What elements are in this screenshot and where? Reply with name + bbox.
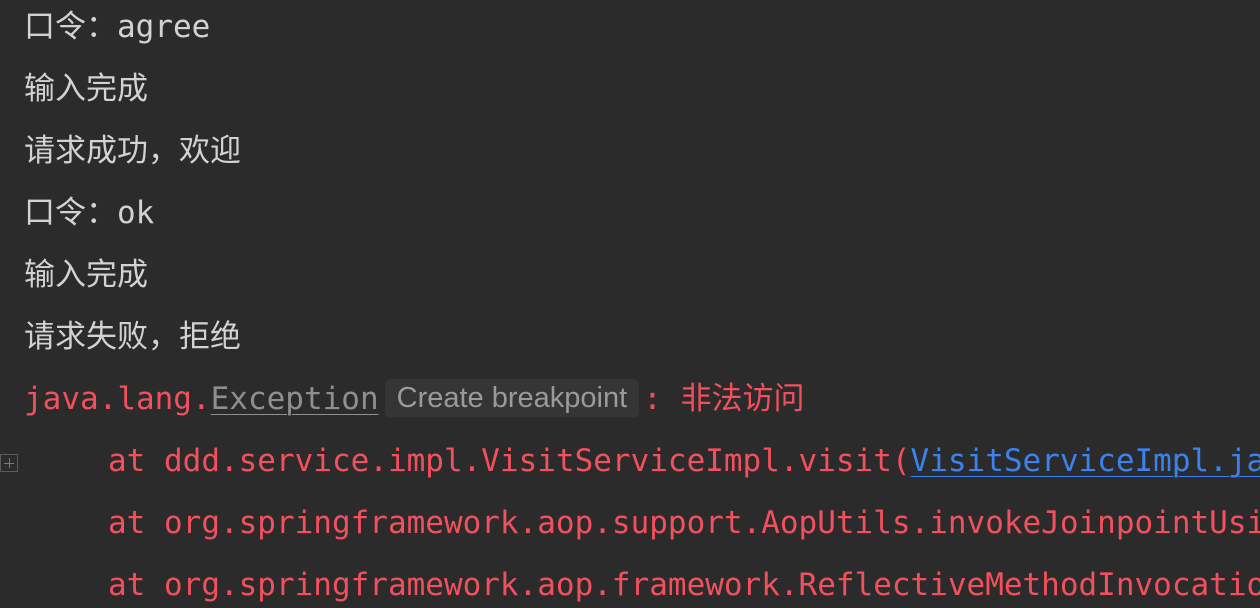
console-line: 口令：agree xyxy=(24,9,211,45)
console-line: 口令：ok xyxy=(24,195,155,231)
stack-frame-text: at org.springframework.aop.support.AopUt… xyxy=(108,505,1260,541)
create-breakpoint-button[interactable]: Create breakpoint xyxy=(384,378,640,417)
exception-prefix: java.lang. xyxy=(24,381,211,417)
expand-icon[interactable] xyxy=(0,454,18,472)
exception-line: java.lang.Exception Create breakpoint: 非法… xyxy=(24,368,804,430)
stack-trace-line: at org.springframework.aop.framework.Ref… xyxy=(108,554,1260,608)
console-line: 请求失败，拒绝 xyxy=(24,319,241,355)
console-line: 请求成功，欢迎 xyxy=(24,133,241,169)
stack-frame-text: at org.springframework.aop.framework.Ref… xyxy=(108,567,1260,603)
console-output[interactable]: 口令：agree 输入完成 请求成功，欢迎 口令：ok 输入完成 请求失败，拒绝… xyxy=(0,0,1260,608)
exception-message: : 非法访问 xyxy=(643,381,805,417)
console-line: 输入完成 xyxy=(24,257,148,293)
exception-class-link[interactable]: Exception xyxy=(211,381,379,417)
stack-frame-text: at ddd.service.impl.VisitServiceImpl.vis… xyxy=(108,443,911,479)
source-file-link[interactable]: VisitServiceImpl.java xyxy=(911,443,1260,479)
stack-trace-line: at org.springframework.aop.support.AopUt… xyxy=(108,492,1260,554)
stack-trace-line: at ddd.service.impl.VisitServiceImpl.vis… xyxy=(108,430,1260,492)
console-line: 输入完成 xyxy=(24,71,148,107)
